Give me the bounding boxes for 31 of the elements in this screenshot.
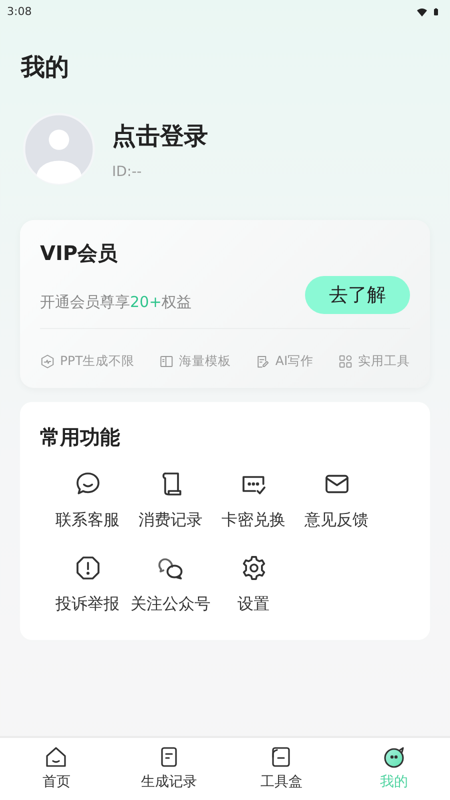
- grid-icon: [338, 354, 353, 369]
- benefit-label: 实用工具: [358, 353, 410, 370]
- battery-icon: [432, 6, 440, 18]
- section-title: 常用功能: [40, 424, 121, 450]
- nav-tab[interactable]: 生成记录: [112, 738, 225, 800]
- nav-tab[interactable]: 首页: [0, 738, 112, 800]
- function-label[interactable]: 消费记录: [138, 510, 202, 530]
- learn-more-button[interactable]: 去了解: [305, 276, 410, 314]
- vip-subtitle: 开通会员尊享20+权益: [40, 292, 192, 312]
- vip-title: VIP会员: [40, 240, 119, 266]
- home-icon: [44, 745, 68, 769]
- book-icon: [159, 354, 174, 369]
- benefit-label: PPT生成不限: [60, 353, 135, 370]
- wifi-icon: [416, 6, 428, 18]
- function-label[interactable]: 联系客服: [56, 510, 120, 530]
- nav-tab[interactable]: 工具盒: [225, 738, 338, 800]
- smiling-blob-icon: [382, 745, 406, 769]
- pen-document-icon: [255, 354, 270, 369]
- status-time: 3:08: [7, 5, 32, 18]
- function-label[interactable]: 卡密兑换: [222, 510, 286, 530]
- page-title: 我的: [20, 52, 70, 82]
- alert-octagon-icon[interactable]: [74, 554, 102, 582]
- function-label[interactable]: 意见反馈: [304, 510, 368, 530]
- user-id: ID:--: [112, 164, 143, 180]
- function-label[interactable]: 关注公众号: [130, 594, 210, 614]
- benefit-label: 海量模板: [179, 353, 232, 370]
- function-label[interactable]: 设置: [238, 594, 270, 614]
- login-link[interactable]: 点击登录: [112, 122, 208, 150]
- chart-hexagon-icon: [40, 354, 55, 369]
- benefit-label: AI写作: [275, 353, 314, 370]
- function-label[interactable]: 投诉举报: [56, 594, 120, 614]
